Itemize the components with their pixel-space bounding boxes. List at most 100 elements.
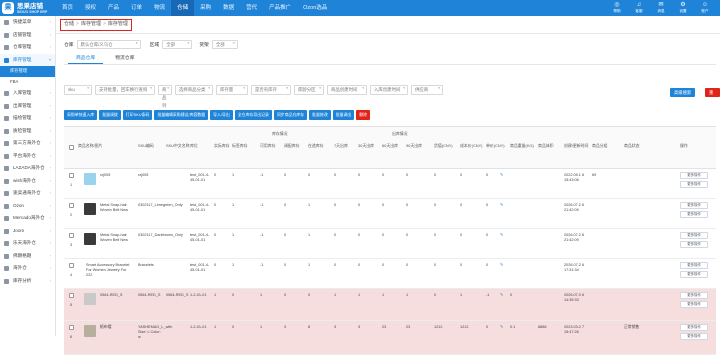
row-checkbox[interactable]: [69, 325, 74, 330]
sidebar-item-15[interactable]: Joom ›: [0, 225, 55, 238]
action-button-6[interactable]: 同步商品仓库存: [273, 110, 308, 120]
logo[interactable]: 果 思果店铺 SIGUO SHOP ERP: [2, 1, 58, 15]
sidebar-item-16[interactable]: 乐天海外仓 ›: [0, 237, 55, 250]
edit-icon[interactable]: ✎: [500, 173, 503, 178]
advanced-search-button[interactable]: 高级搜索: [670, 88, 696, 97]
edit-icon[interactable]: ✎: [500, 203, 503, 208]
more-actions-button[interactable]: 更多操作: [680, 292, 708, 299]
sidebar-item-3[interactable]: 库存管理 ▾: [0, 53, 55, 66]
topnav-item-1[interactable]: 授权: [79, 0, 102, 16]
breadcrumb-item-0[interactable]: 仓储: [64, 20, 74, 30]
breadcrumb-item-2[interactable]: 库存管理: [108, 20, 128, 30]
sidebar-item-7[interactable]: 质检管理 ›: [0, 125, 55, 138]
topicon-1[interactable]: ♫ 客服: [628, 1, 650, 14]
sidebar-subitem-1[interactable]: FBA: [0, 77, 55, 88]
row-checkbox[interactable]: [69, 233, 74, 238]
search-field-8[interactable]: 入库创建时间 ▾: [370, 85, 408, 95]
more-operations-button[interactable]: 更多操作: [680, 301, 708, 308]
shelf-select[interactable]: 全部 ▾: [211, 40, 238, 49]
sidebar-subitem-0[interactable]: 库存管理: [0, 66, 55, 77]
edit-icon[interactable]: ✎: [500, 325, 503, 330]
topnav-item-0[interactable]: 首页: [56, 0, 79, 16]
search-field-0[interactable]: sku ▾: [64, 85, 92, 95]
search-field-7[interactable]: 商品创建时间 ▾: [327, 85, 367, 95]
breadcrumb-item-1[interactable]: 库存管理: [81, 20, 101, 30]
more-actions-button[interactable]: 更多操作: [680, 202, 708, 209]
row-checkbox[interactable]: [69, 203, 74, 208]
product-thumbnail[interactable]: [84, 325, 96, 337]
more-operations-button[interactable]: 更多操作: [680, 333, 708, 340]
search-field-9[interactable]: 供应商 ▾: [411, 85, 443, 95]
action-button-4[interactable]: 导入/导出: [210, 110, 233, 120]
edit-icon[interactable]: ✎: [500, 293, 503, 298]
sidebar-item-10[interactable]: LAZADA海外仓 ›: [0, 162, 55, 175]
sidebar-item-8[interactable]: 第三方海外仓 ›: [0, 137, 55, 150]
sidebar-item-14[interactable]: Mercado海外仓 ›: [0, 212, 55, 225]
action-button-5[interactable]: 全仓库存导出记录: [234, 110, 272, 120]
row-checkbox[interactable]: [69, 293, 74, 298]
action-button-1[interactable]: 批量调拨: [99, 110, 121, 120]
region-select[interactable]: 全部 ▾: [162, 40, 193, 49]
product-thumbnail[interactable]: [84, 173, 96, 185]
sidebar-item-0[interactable]: 快捷菜单 ›: [0, 16, 55, 29]
sidebar-item-13[interactable]: Ozon ›: [0, 200, 55, 213]
more-operations-button[interactable]: 更多操作: [680, 241, 708, 248]
edit-icon[interactable]: ✎: [500, 233, 503, 238]
more-actions-button[interactable]: 更多操作: [680, 172, 708, 179]
sidebar-item-11[interactable]: wish海外仓 ›: [0, 175, 55, 188]
warehouse-select[interactable]: 默认仓库/义乌仓 ▾: [76, 40, 141, 49]
row-checkbox[interactable]: [69, 263, 74, 268]
more-operations-button[interactable]: 更多操作: [680, 211, 708, 218]
search-field-2[interactable]: 商品列 ▾: [158, 85, 172, 108]
topnav-item-6[interactable]: 采购: [194, 0, 217, 16]
action-button-0[interactable]: 采购单快速入库: [64, 110, 98, 120]
search-field-5[interactable]: 是否有库存 ▾: [251, 85, 291, 95]
topnav-item-10[interactable]: Ozon选品: [297, 0, 333, 16]
topnav-item-8[interactable]: 营代: [240, 0, 263, 16]
row-checkbox[interactable]: [69, 173, 74, 178]
topicon-4[interactable]: ☺ 账户: [694, 1, 716, 14]
topicon-0[interactable]: ◎ 帮助: [606, 1, 628, 14]
product-thumbnail[interactable]: [84, 203, 96, 215]
product-thumbnail[interactable]: [84, 233, 96, 245]
tab-0[interactable]: 商品仓库: [68, 54, 104, 64]
search-field-3[interactable]: 选择商品分类 ▾: [175, 85, 213, 95]
more-actions-button[interactable]: 更多操作: [680, 324, 708, 331]
sidebar-item-6[interactable]: 描绘管理 ›: [0, 112, 55, 125]
more-actions-button[interactable]: 更多操作: [680, 232, 708, 239]
topnav-item-7[interactable]: 数据: [217, 0, 240, 16]
topnav-item-5[interactable]: 仓储: [171, 0, 195, 16]
product-thumbnail[interactable]: [84, 293, 96, 305]
action-button-2[interactable]: 打印SKU条码: [122, 110, 153, 120]
tab-1[interactable]: 物流仓库: [107, 54, 142, 64]
edit-icon[interactable]: ✎: [500, 263, 503, 268]
sidebar-item-12[interactable]: 速卖通海外仓 ›: [0, 187, 55, 200]
sidebar-item-9[interactable]: 平台海外仓 ›: [0, 150, 55, 163]
sidebar-item-5[interactable]: 出库管理 ›: [0, 100, 55, 113]
more-operations-button[interactable]: 更多操作: [680, 181, 708, 188]
topicon-2[interactable]: ✉ 消息: [650, 1, 672, 14]
sidebar-item-17[interactable]: 佛朗格朗 ›: [0, 250, 55, 263]
action-button-3[interactable]: 批量编辑采购建议/库容数据: [154, 110, 209, 120]
topnav-item-3[interactable]: 订单: [125, 0, 148, 16]
sidebar-item-18[interactable]: 海外仓 ›: [0, 262, 55, 275]
topnav-item-9[interactable]: 产品推广: [263, 0, 297, 16]
sidebar-item-4[interactable]: 入库管理 ›: [0, 87, 55, 100]
search-field-1[interactable]: 支持批量，回车换行查询 ▾: [95, 85, 155, 95]
topicon-3[interactable]: ⚙ 设置: [672, 1, 694, 14]
reset-button[interactable]: 重置: [705, 88, 720, 104]
sidebar-item-2[interactable]: 仓库管理 ›: [0, 41, 55, 54]
more-operations-button[interactable]: 更多操作: [680, 271, 708, 278]
topnav-item-4[interactable]: 物流: [148, 0, 171, 16]
search-field-4[interactable]: 库存量 ▾: [216, 85, 248, 95]
sidebar-item-19[interactable]: 库存分析 ›: [0, 275, 55, 288]
select-all-checkbox[interactable]: [69, 145, 74, 150]
sidebar-item-1[interactable]: 店铺管理 ›: [0, 29, 55, 42]
more-actions-button[interactable]: 更多操作: [680, 262, 708, 269]
search-field-6[interactable]: 库龄分区 ▾: [294, 85, 324, 95]
topnav-item-2[interactable]: 产品: [102, 0, 125, 16]
cell-alloc: 3: [284, 325, 287, 329]
action-button-8[interactable]: 批量调出: [332, 110, 355, 120]
delete-button[interactable]: 删除: [356, 110, 371, 120]
action-button-7[interactable]: 批量修改: [309, 110, 331, 120]
